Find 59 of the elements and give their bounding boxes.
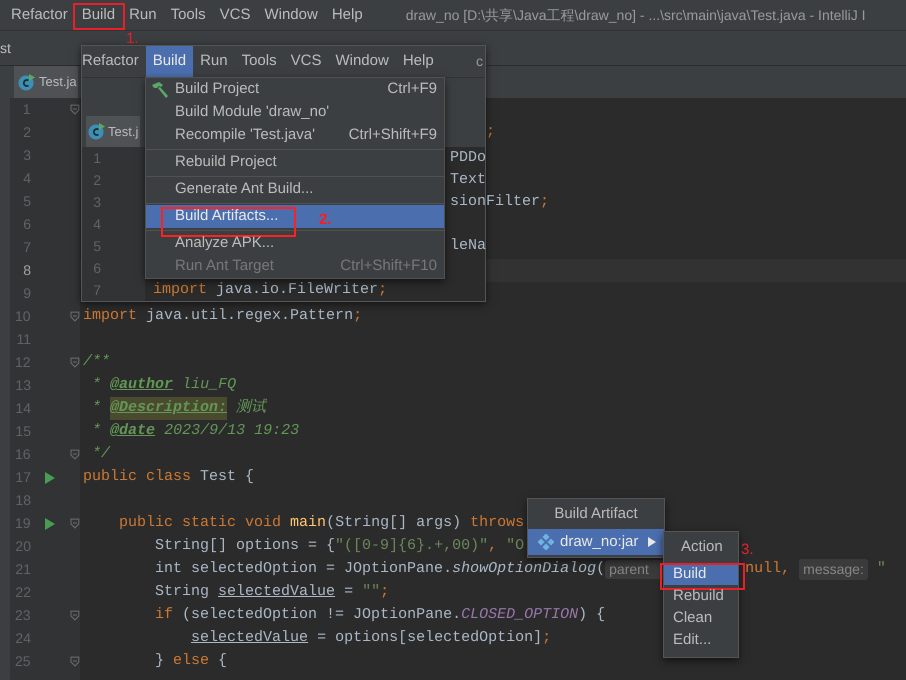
menu-item[interactable]: Run — [193, 46, 235, 77]
code-line: selectedValue = options[selectedOption]; — [190, 628, 552, 648]
code-line: PDDo — [450, 148, 486, 168]
code-line: sionFilter; — [450, 192, 550, 212]
popup-title: Build Artifact — [553, 504, 639, 524]
menu-item[interactable]: Generate Ant Build... — [146, 178, 444, 201]
editor-tab[interactable]: Test.j — [86, 116, 140, 147]
diamond-icon — [538, 534, 554, 550]
code-line: Text — [450, 170, 486, 190]
hammer-icon — [151, 82, 169, 98]
menu-item[interactable]: Refactor — [82, 46, 146, 77]
menu-item[interactable]: Build Module 'draw_no' — [146, 101, 444, 124]
code-line: /** — [83, 352, 110, 372]
code-line: * @date 2023/9/13 19:23 — [91, 421, 300, 442]
code-line: leNa — [450, 236, 486, 256]
code-line: public class Test { — [83, 467, 254, 488]
code-line: if (selectedOption != JOptionPane.CLOSED_OPTION) { — [154, 605, 606, 626]
popup-item[interactable]: Clean — [664, 607, 738, 629]
popup-title: Action — [680, 537, 724, 558]
menu-item[interactable]: Window — [328, 46, 396, 77]
annotation-label: 3. — [741, 540, 754, 560]
menu-item[interactable]: Refactor — [4, 0, 75, 30]
line-number: 8 — [22, 261, 31, 280]
menu-item[interactable]: Tools — [234, 46, 284, 77]
breadcrumb-text: st — [0, 38, 11, 58]
annotation-label: 1. — [126, 31, 139, 46]
annotation-box — [72, 3, 126, 30]
window-title: c — [476, 52, 484, 71]
menu-item[interactable]: Tools — [164, 0, 213, 30]
popup-item[interactable]: Edit... — [664, 629, 738, 651]
menu-item[interactable]: Analyze APK... — [146, 232, 444, 255]
code-line: String[] options = {"([0-9]{6}.+,00)", "O — [154, 536, 524, 556]
menu-item[interactable]: VCS — [284, 46, 328, 77]
menu-item[interactable]: VCS — [212, 0, 258, 30]
menu-item[interactable]: Window — [257, 0, 325, 30]
code-line: } else { — [154, 651, 228, 672]
menu-item[interactable]: Run — [122, 0, 164, 30]
code-line: */ — [91, 444, 110, 464]
menu-item[interactable]: Build Project Ctrl+F9 — [146, 78, 444, 101]
class-icon — [88, 123, 105, 140]
menu-item[interactable]: Build — [74, 0, 122, 30]
popup-item[interactable]: Rebuild — [664, 585, 738, 607]
popup-item[interactable]: draw_no:jar — [528, 529, 664, 555]
code-line: import java.io.FileWriter; — [153, 280, 388, 300]
code-line: public static void main(String[] args) throws — [118, 513, 524, 534]
code-line: ; — [486, 122, 496, 142]
class-icon — [18, 74, 35, 90]
menu-item[interactable]: Build — [146, 46, 194, 77]
window-title: draw_no [D:\共享\Java工程\draw_no] - ...\src\main\java\Test.java - IntelliJ I — [406, 6, 866, 25]
popup-item[interactable]: Build — [664, 563, 738, 585]
menu-item[interactable]: Recompile 'Test.java' Ctrl+Shift+F9 — [146, 124, 444, 147]
code-line: * @author liu_FQ — [91, 375, 236, 396]
annotation-label: 2. — [319, 210, 332, 230]
code-line: import java.util.regex.Pattern; — [83, 306, 362, 326]
editor-tab[interactable]: Test.ja — [14, 66, 78, 98]
code-line: String selectedValue = ""; — [154, 582, 390, 602]
menu-item[interactable]: Help — [324, 0, 370, 30]
menu-item[interactable]: Rebuild Project — [146, 151, 444, 174]
menu-item[interactable]: Help — [396, 46, 441, 77]
